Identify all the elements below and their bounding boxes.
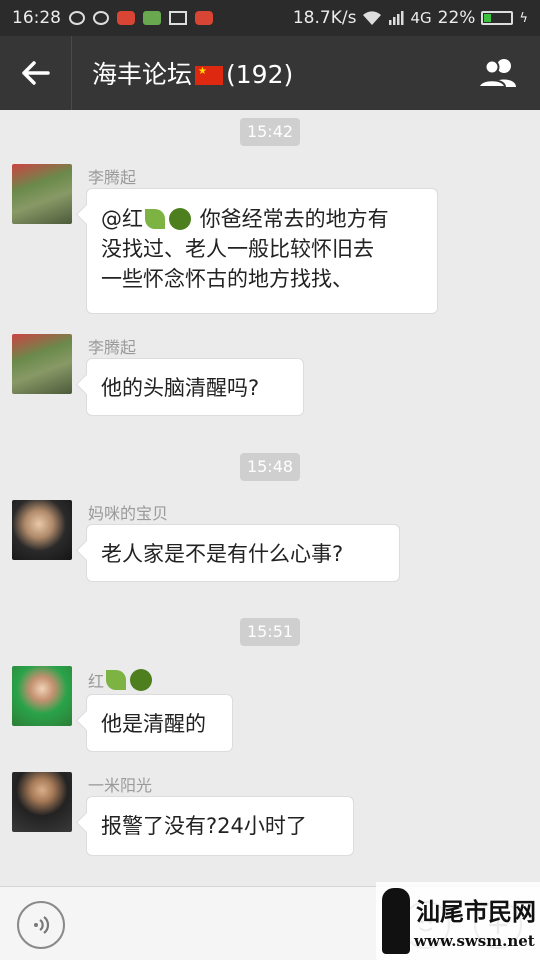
time-stamp: 15:42 [240, 118, 300, 146]
charging-icon: ϟ [519, 10, 528, 26]
status-time: 16:28 [12, 8, 61, 28]
message-bubble[interactable]: 报警了没有?24小时了 [86, 796, 354, 856]
chat-title: 海丰论坛 (192) [92, 55, 293, 91]
group-members-icon [478, 59, 516, 88]
back-button[interactable] [0, 36, 72, 110]
message-text: 报警了没有?24小时了 [101, 814, 307, 838]
message-text-line: @红 你爸经常去的地方有 [101, 207, 389, 231]
avatar[interactable] [12, 666, 72, 726]
sender-name: 一米阳光 [88, 776, 153, 795]
music-app-icon [195, 11, 213, 25]
time-stamp: 15:51 [240, 618, 300, 646]
leaf-emoji-icon [106, 670, 127, 690]
music-app-icon [117, 11, 135, 25]
chat-area[interactable]: 15:42 李腾起 @红 你爸经常去的地方有 没找过、老人一般比较怀旧去 一些怀… [0, 110, 540, 886]
arrow-left-icon [21, 61, 50, 85]
message-bubble[interactable]: 他的头脑清醒吗? [86, 358, 304, 416]
watermark-text: 汕尾市民网 [416, 897, 536, 926]
watermark-url: www.swsm.net [414, 932, 535, 950]
chat-notification-icon [93, 11, 109, 25]
leaf-emoji-icon [145, 209, 165, 229]
chat-notification-icon [69, 11, 85, 25]
sender-name: 李腾起 [88, 338, 137, 357]
sender-name: 李腾起 [88, 168, 137, 187]
screenshot-icon [169, 11, 187, 25]
time-stamp: 15:48 [240, 453, 300, 481]
sender-name: 红 [88, 668, 154, 692]
china-flag-icon [195, 66, 224, 85]
voice-icon [34, 916, 50, 934]
tree-emoji-icon [130, 669, 153, 691]
message-bubble[interactable]: 老人家是不是有什么心事? [86, 524, 400, 582]
wifi-icon [363, 11, 382, 25]
site-watermark: 汕尾市民网 www.swsm.net [376, 882, 540, 960]
person-silhouette-icon [382, 888, 410, 954]
network-type: 4G [410, 9, 432, 27]
avatar[interactable] [12, 334, 72, 394]
status-bar: 16:28 18.7K/s 4G 22% ϟ [0, 0, 540, 36]
message-text-line: 没找过、老人一般比较怀旧去 [101, 237, 374, 261]
message-text: 他的头脑清醒吗? [101, 376, 260, 400]
chat-member-count: (192) [226, 60, 294, 89]
app-notification-icon [143, 11, 161, 25]
sender-name: 妈咪的宝贝 [88, 504, 169, 523]
message-bubble[interactable]: @红 你爸经常去的地方有 没找过、老人一般比较怀旧去 一些怀念怀古的地方找找、 [86, 188, 438, 314]
net-speed: 18.7K/s [292, 8, 357, 28]
chat-header: 海丰论坛 (192) [0, 36, 540, 110]
message-bubble[interactable]: 他是清醒的 [86, 694, 233, 752]
message-text: 他是清醒的 [101, 712, 206, 736]
group-members-button[interactable] [478, 53, 518, 93]
avatar[interactable] [12, 500, 72, 560]
message-text-line: 一些怀念怀古的地方找找、 [101, 267, 353, 291]
message-text: 老人家是不是有什么心事? [101, 542, 344, 566]
avatar[interactable] [12, 772, 72, 832]
signal-icon [389, 11, 404, 25]
battery-icon [481, 11, 514, 25]
battery-percent: 22% [437, 8, 476, 28]
chat-title-name: 海丰论坛 [92, 60, 193, 89]
avatar[interactable] [12, 164, 72, 224]
tree-emoji-icon [169, 208, 191, 230]
voice-button[interactable] [17, 901, 65, 949]
